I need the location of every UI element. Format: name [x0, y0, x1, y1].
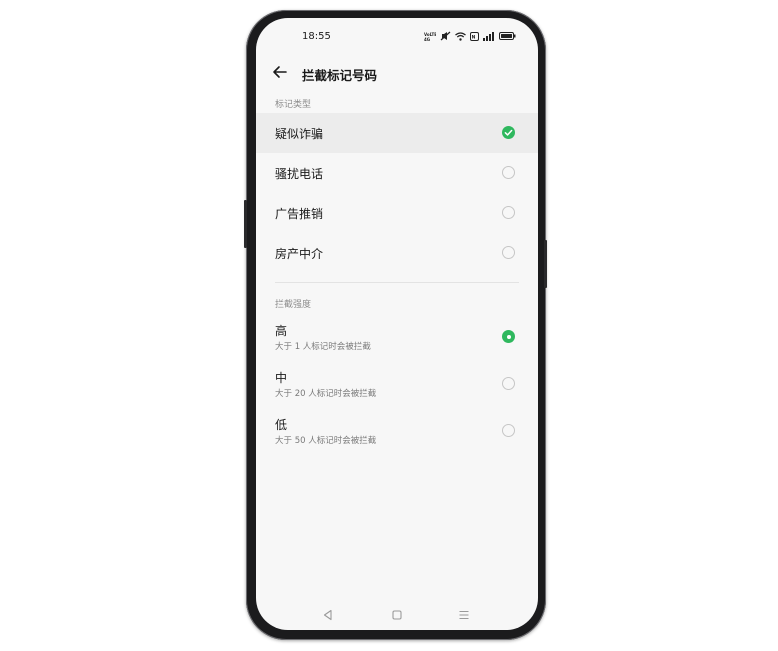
- battery-icon: [499, 32, 516, 40]
- option-label: 广告推销: [275, 207, 324, 221]
- radio-unchecked-icon: [502, 166, 515, 179]
- power-button: [544, 240, 547, 288]
- mark-type-option-advertising[interactable]: 广告推销: [256, 193, 538, 233]
- back-arrow-icon: [273, 66, 287, 78]
- intensity-option-low[interactable]: 低 大于 50 人标记时会被拦截: [256, 410, 538, 454]
- back-triangle-icon: [323, 609, 332, 621]
- volte-icon: VoLTE 4G: [424, 32, 436, 41]
- mark-type-option-fraud[interactable]: 疑似诈骗: [256, 113, 538, 153]
- mark-type-option-harassment[interactable]: 骚扰电话: [256, 153, 538, 193]
- wifi-icon: [455, 31, 466, 41]
- radio-checked-icon: [502, 330, 515, 343]
- page-title: 拦截标记号码: [302, 68, 378, 83]
- option-description: 大于 20 人标记时会被拦截: [275, 389, 377, 399]
- signal-icon: [483, 31, 495, 41]
- volume-button: [244, 200, 247, 248]
- back-button[interactable]: [270, 63, 292, 81]
- nfc-icon: N: [470, 31, 479, 41]
- mark-type-option-real-estate[interactable]: 房产中介: [256, 233, 538, 273]
- option-description: 大于 1 人标记时会被拦截: [275, 342, 371, 352]
- option-label: 中: [275, 371, 288, 385]
- status-time: 18:55: [302, 31, 331, 42]
- mute-icon: [440, 31, 451, 41]
- nav-menu-button[interactable]: [458, 606, 470, 625]
- status-icons: VoLTE 4G N: [424, 29, 516, 43]
- section-label-mark-type: 标记类型: [275, 100, 312, 110]
- divider: [275, 282, 519, 283]
- nav-back-button[interactable]: [322, 606, 334, 625]
- svg-text:4G: 4G: [424, 37, 430, 41]
- option-description: 大于 50 人标记时会被拦截: [275, 436, 377, 446]
- svg-text:N: N: [472, 34, 476, 40]
- option-label: 骚扰电话: [275, 167, 324, 181]
- option-label: 房产中介: [275, 247, 324, 261]
- section-label-intensity: 拦截强度: [275, 300, 312, 310]
- home-square-icon: [392, 610, 402, 620]
- nav-home-button[interactable]: [391, 606, 403, 625]
- intensity-option-medium[interactable]: 中 大于 20 人标记时会被拦截: [256, 363, 538, 407]
- option-label: 疑似诈骗: [275, 127, 324, 141]
- phone-screen: 18:55 VoLTE 4G N 拦截标记号码 标记类型 疑似诈骗 骚扰电话 广…: [256, 18, 538, 630]
- menu-lines-icon: [459, 610, 469, 620]
- intensity-option-high[interactable]: 高 大于 1 人标记时会被拦截: [256, 316, 538, 360]
- check-icon: [502, 126, 515, 139]
- option-label: 高: [275, 324, 288, 338]
- radio-unchecked-icon: [502, 377, 515, 390]
- radio-unchecked-icon: [502, 246, 515, 259]
- option-label: 低: [275, 418, 288, 432]
- radio-unchecked-icon: [502, 206, 515, 219]
- radio-unchecked-icon: [502, 424, 515, 437]
